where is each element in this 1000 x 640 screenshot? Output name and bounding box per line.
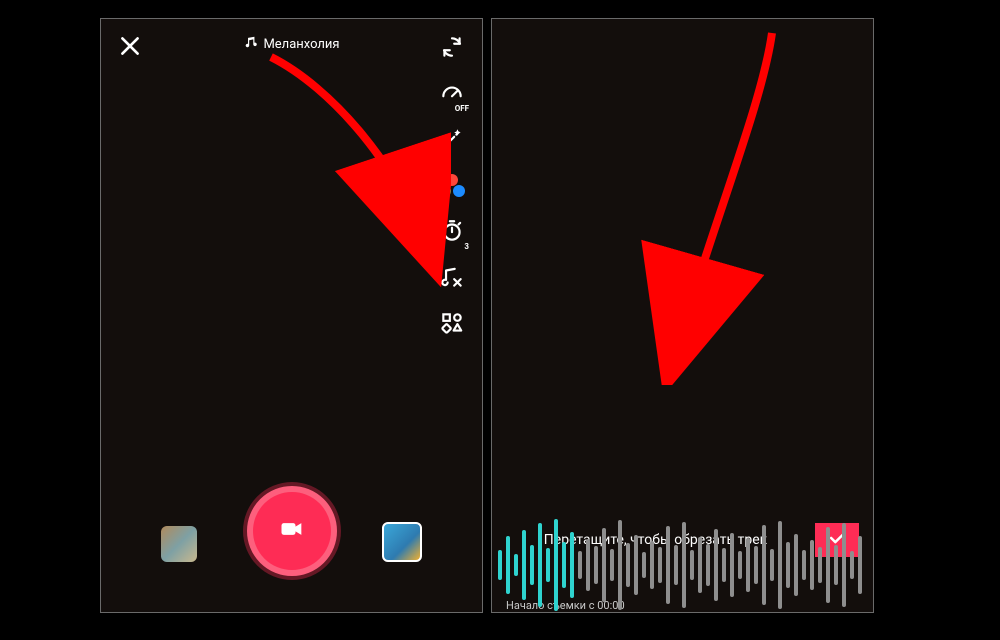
waveform-bar: [562, 542, 566, 588]
filters-button[interactable]: [438, 173, 466, 201]
waveform-bar: [850, 551, 854, 579]
waveform-bar: [546, 548, 550, 582]
waveform-bar: [706, 544, 710, 586]
waveform-bar: [610, 549, 614, 581]
waveform-bar: [586, 539, 590, 591]
trim-sound-screen: Перетащите, чтобы обрезать трек Начало с…: [491, 18, 874, 613]
waveform-bar: [690, 550, 694, 580]
waveform-bar: [602, 528, 606, 602]
waveform-bar: [786, 542, 790, 588]
waveform-bar: [762, 525, 766, 605]
waveform-bar: [746, 538, 750, 592]
waveform-bar: [530, 545, 534, 585]
waveform-bar: [858, 536, 862, 594]
bottom-row: [101, 486, 482, 576]
waveform-bar: [818, 547, 822, 583]
waveform-scrubber[interactable]: [492, 512, 873, 613]
waveform-bar: [682, 522, 686, 608]
waveform-bar: [778, 521, 782, 609]
music-note-icon: [243, 35, 257, 53]
waveform-bar: [810, 540, 814, 590]
annotation-arrow-left: [251, 47, 451, 287]
waveform-bar: [626, 543, 630, 587]
more-button[interactable]: [438, 311, 466, 339]
waveform-bar: [714, 529, 718, 601]
waveform-bar: [498, 550, 502, 580]
top-bar: Меланхолия: [101, 33, 482, 63]
waveform-bar: [658, 547, 662, 583]
record-button[interactable]: [247, 486, 337, 576]
waveform-bar: [754, 546, 758, 584]
side-toolbar: OFF 3: [438, 35, 466, 339]
waveform-bar: [522, 530, 526, 600]
waveform-bar: [538, 523, 542, 607]
video-camera-icon: [278, 515, 306, 547]
waveform-bar: [802, 550, 806, 580]
trim-sound-button[interactable]: [438, 265, 466, 293]
waveform-bar: [618, 520, 622, 610]
waveform-bar: [650, 541, 654, 589]
waveform-bar: [666, 526, 670, 604]
speed-sub-label: OFF: [454, 104, 470, 113]
waveform-bar: [634, 535, 638, 595]
waveform-bar: [842, 523, 846, 607]
waveform-bar: [642, 552, 646, 578]
close-icon: [117, 44, 143, 63]
timer-button[interactable]: 3: [438, 219, 466, 247]
waveform-bar: [738, 551, 742, 579]
flip-camera-icon: [439, 34, 465, 64]
beauty-button[interactable]: [438, 127, 466, 155]
flip-camera-button[interactable]: [438, 35, 466, 63]
waveform-bar: [514, 554, 518, 576]
waveform-bar: [506, 536, 510, 594]
trim-sound-icon: [439, 264, 465, 294]
waveform-bar: [594, 546, 598, 584]
waveform-bar: [794, 534, 798, 596]
waveform-bar: [826, 527, 830, 603]
filters-icon: [439, 174, 465, 200]
waveform-bar: [554, 519, 558, 611]
waveform-bar: [698, 537, 702, 593]
sound-picker[interactable]: Меланхолия: [243, 35, 339, 53]
waveform-bar: [578, 551, 582, 579]
upload-button[interactable]: [382, 522, 422, 562]
waveform-bar: [770, 549, 774, 581]
sound-name-label: Меланхолия: [263, 37, 339, 52]
waveform-bar: [722, 548, 726, 582]
close-button[interactable]: [117, 33, 143, 59]
timer-icon: [439, 218, 465, 248]
waveform-bar: [570, 532, 574, 598]
waveform-bar: [730, 533, 734, 597]
waveform-bar: [834, 545, 838, 585]
recording-screen: Меланхолия OFF: [100, 18, 483, 613]
timer-sub-label: 3: [463, 242, 470, 251]
speed-button[interactable]: OFF: [438, 81, 466, 109]
waveform-bar: [674, 545, 678, 585]
beauty-wand-icon: [439, 126, 465, 156]
annotation-arrow-right: [612, 25, 802, 385]
more-grid-icon: [439, 310, 465, 340]
